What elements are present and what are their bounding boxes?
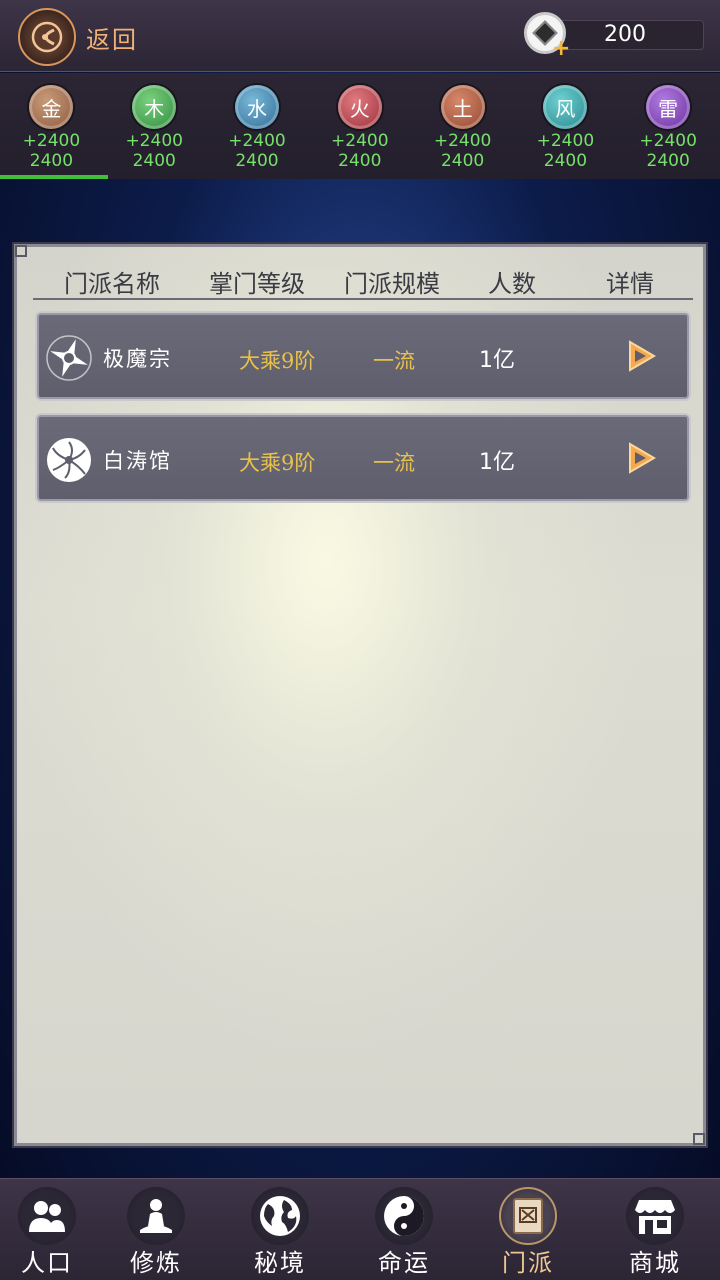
- sect-member-count: 1亿: [479, 348, 515, 373]
- back-button[interactable]: 返回: [18, 8, 158, 66]
- earth-element-icon: 土: [440, 85, 485, 129]
- sect-row[interactable]: 白涛馆 大乘9阶 一流 1亿: [37, 415, 689, 501]
- element-bonus: +2400: [536, 131, 595, 151]
- header-detail: 详情: [606, 269, 654, 298]
- globe-icon: [251, 1187, 309, 1245]
- element-bonus: +2400: [639, 131, 697, 151]
- thunder-element-icon: 雷: [646, 85, 691, 129]
- nav-secret-realm[interactable]: 秘境: [218, 1179, 342, 1280]
- header-leader-level: 掌门等级: [209, 269, 305, 298]
- element-fire[interactable]: 火 +2400 2400: [308, 73, 411, 179]
- metal-element-icon: 金: [29, 85, 74, 129]
- sect-leader-level: 大乘9阶: [239, 349, 316, 373]
- nav-label: 人口: [21, 1249, 73, 1277]
- shuriken-emblem-icon: [46, 335, 92, 381]
- element-bonus: +2400: [22, 131, 81, 151]
- nav-destiny[interactable]: 命运: [342, 1179, 466, 1280]
- element-wood[interactable]: 木 +2400 2400: [103, 73, 206, 179]
- table-header: 门派名称 掌门等级 门派规模 人数 详情: [37, 261, 693, 301]
- nav-shop[interactable]: 商城: [590, 1179, 720, 1280]
- element-bonus: +2400: [228, 131, 286, 151]
- element-earth[interactable]: 土 +2400 2400: [411, 73, 514, 179]
- header-member-count: 人数: [488, 269, 536, 298]
- nav-label: 商城: [629, 1249, 681, 1277]
- sect-book-icon: [499, 1187, 557, 1245]
- wind-element-icon: 风: [543, 85, 588, 129]
- element-value: 2400: [543, 151, 588, 171]
- nav-label: 修炼: [130, 1249, 182, 1277]
- sect-name: 白涛馆: [103, 449, 172, 473]
- header-divider: [33, 298, 693, 300]
- element-metal[interactable]: 金 +2400 2400: [0, 73, 108, 179]
- people-icon: [18, 1187, 76, 1245]
- element-bonus: +2400: [125, 131, 183, 151]
- element-value: 2400: [338, 151, 382, 171]
- sect-name: 极魔宗: [103, 347, 172, 371]
- bottom-navigation: 人口 修炼 秘境 命运 门派 商城: [0, 1178, 720, 1280]
- sect-scale: 一流: [373, 451, 415, 475]
- element-value: 2400: [132, 151, 176, 171]
- currency-display[interactable]: 200 +: [524, 12, 704, 60]
- meditation-icon: [127, 1187, 185, 1245]
- element-bar: 金 +2400 2400 木 +2400 2400 水 +2400 2400 火…: [0, 73, 720, 179]
- sect-scale: 一流: [373, 349, 415, 373]
- nav-label: 秘境: [254, 1249, 306, 1277]
- play-arrow-icon[interactable]: [627, 441, 657, 475]
- sect-row[interactable]: 极魔宗 大乘9阶 一流 1亿: [37, 313, 689, 399]
- header-sect-scale: 门派规模: [344, 269, 440, 298]
- nav-label: 命运: [378, 1249, 430, 1277]
- back-label: 返回: [86, 25, 138, 54]
- sect-list-panel: 门派名称 掌门等级 门派规模 人数 详情 极魔宗 大乘9阶 一流 1亿 白涛馆 …: [14, 244, 706, 1146]
- wave-emblem-icon: [47, 438, 91, 482]
- play-arrow-icon[interactable]: [627, 339, 657, 373]
- water-element-icon: 水: [234, 85, 279, 129]
- element-bonus: +2400: [331, 131, 389, 151]
- element-value: 2400: [440, 151, 485, 171]
- fire-element-icon: 火: [337, 85, 382, 129]
- nav-label: 门派: [502, 1249, 554, 1277]
- sect-leader-level: 大乘9阶: [239, 451, 316, 475]
- back-arrow-icon: [18, 8, 76, 66]
- element-water[interactable]: 水 +2400 2400: [206, 73, 309, 179]
- element-value: 2400: [646, 151, 690, 171]
- element-value: 2400: [29, 151, 74, 171]
- header-sect-name: 门派名称: [64, 269, 160, 298]
- sect-member-count: 1亿: [479, 450, 515, 475]
- shop-icon: [626, 1187, 684, 1245]
- nav-cultivation[interactable]: 修炼: [94, 1179, 218, 1280]
- element-value: 2400: [235, 151, 279, 171]
- yin-yang-icon: [375, 1187, 433, 1245]
- plus-icon[interactable]: +: [552, 38, 570, 60]
- nav-population[interactable]: 人口: [0, 1179, 94, 1280]
- panel-corner-ornament: [15, 245, 27, 257]
- panel-corner-ornament: [693, 1133, 705, 1145]
- nav-sect[interactable]: 门派: [466, 1179, 590, 1280]
- wood-element-icon: 木: [132, 85, 177, 129]
- element-bonus: +2400: [433, 131, 492, 151]
- top-bar: 返回 200 +: [0, 0, 720, 72]
- element-wind[interactable]: 风 +2400 2400: [514, 73, 617, 179]
- element-thunder[interactable]: 雷 +2400 2400: [617, 73, 720, 179]
